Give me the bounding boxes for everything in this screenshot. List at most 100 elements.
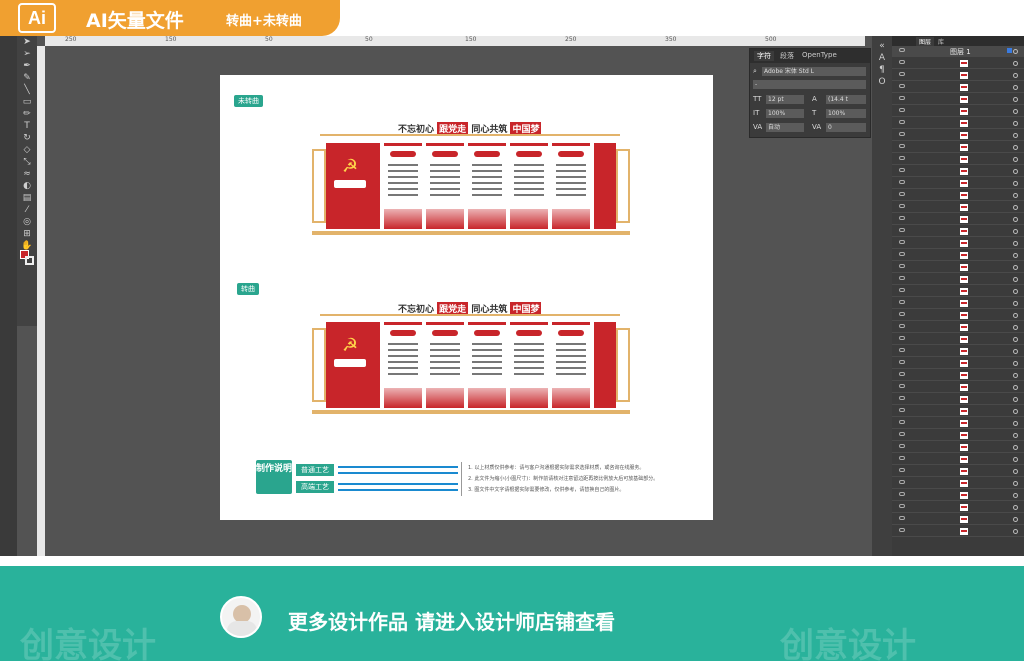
layer-row[interactable] <box>892 334 1024 345</box>
width-tool-icon[interactable]: ≈ <box>17 168 37 180</box>
target-circle-icon[interactable] <box>1013 61 1018 66</box>
layer-row[interactable] <box>892 442 1024 453</box>
visibility-eye-icon[interactable] <box>899 84 905 88</box>
layer-row[interactable] <box>892 190 1024 201</box>
target-circle-icon[interactable] <box>1013 157 1018 162</box>
target-circle-icon[interactable] <box>1013 349 1018 354</box>
target-circle-icon[interactable] <box>1013 217 1018 222</box>
layer-row[interactable] <box>892 322 1024 333</box>
visibility-eye-icon[interactable] <box>899 492 905 496</box>
visibility-eye-icon[interactable] <box>899 348 905 352</box>
visibility-eye-icon[interactable] <box>899 408 905 412</box>
layer-row[interactable] <box>892 418 1024 429</box>
kerning-field[interactable]: 自动 <box>766 123 804 132</box>
layer-row[interactable] <box>892 274 1024 285</box>
layer-row[interactable] <box>892 154 1024 165</box>
target-circle-icon[interactable] <box>1013 85 1018 90</box>
layer-row[interactable] <box>892 430 1024 441</box>
target-circle-icon[interactable] <box>1013 289 1018 294</box>
tab-paragraph[interactable]: 段落 <box>780 51 794 61</box>
layer-row[interactable] <box>892 118 1024 129</box>
tab-libraries[interactable]: 库 <box>938 37 944 46</box>
visibility-eye-icon[interactable] <box>899 288 905 292</box>
visibility-eye-icon[interactable] <box>899 132 905 136</box>
layer-row[interactable] <box>892 286 1024 297</box>
artboard-tool-icon[interactable]: ⊞ <box>17 228 37 240</box>
visibility-eye-icon[interactable] <box>899 432 905 436</box>
target-circle-icon[interactable] <box>1013 373 1018 378</box>
layer-row[interactable] <box>892 478 1024 489</box>
leading-field[interactable]: (14.4 t <box>826 95 866 104</box>
search-icon[interactable]: ⌕ <box>753 67 757 76</box>
eraser-tool-icon[interactable]: ◇ <box>17 144 37 156</box>
target-circle-icon[interactable] <box>1013 205 1018 210</box>
shape-builder-tool-icon[interactable]: ◐ <box>17 180 37 192</box>
opentype-panel-icon[interactable]: O <box>872 76 892 88</box>
visibility-eye-icon[interactable] <box>899 528 905 532</box>
visibility-eye-icon[interactable] <box>899 264 905 268</box>
visibility-eye-icon[interactable] <box>899 360 905 364</box>
character-panel-icon[interactable]: A <box>872 52 892 64</box>
layer-row[interactable] <box>892 502 1024 513</box>
layer-row[interactable] <box>892 262 1024 273</box>
visibility-eye-icon[interactable] <box>899 168 905 172</box>
layer-row[interactable] <box>892 370 1024 381</box>
target-circle-icon[interactable] <box>1013 49 1018 54</box>
paragraph-panel-icon[interactable]: ¶ <box>872 64 892 76</box>
visibility-eye-icon[interactable] <box>899 504 905 508</box>
horizontal-scale-field[interactable]: 100% <box>826 109 866 118</box>
layer-row-main[interactable]: 图层 1 <box>892 46 1024 57</box>
target-circle-icon[interactable] <box>1013 433 1018 438</box>
target-circle-icon[interactable] <box>1013 361 1018 366</box>
rectangle-tool-icon[interactable]: ▭ <box>17 96 37 108</box>
designer-avatar[interactable] <box>220 596 262 638</box>
layer-row[interactable] <box>892 82 1024 93</box>
gradient-tool-icon[interactable]: ▤ <box>17 192 37 204</box>
layer-row[interactable] <box>892 346 1024 357</box>
layer-row[interactable] <box>892 214 1024 225</box>
target-circle-icon[interactable] <box>1013 181 1018 186</box>
visibility-eye-icon[interactable] <box>899 420 905 424</box>
pen-tool-icon[interactable]: ✒ <box>17 60 37 72</box>
target-circle-icon[interactable] <box>1013 145 1018 150</box>
target-circle-icon[interactable] <box>1013 337 1018 342</box>
layer-row[interactable] <box>892 166 1024 177</box>
layer-row[interactable] <box>892 250 1024 261</box>
visibility-eye-icon[interactable] <box>899 156 905 160</box>
tracking-field[interactable]: 0 <box>826 123 866 132</box>
layer-row[interactable] <box>892 526 1024 537</box>
visibility-eye-icon[interactable] <box>899 396 905 400</box>
target-circle-icon[interactable] <box>1013 385 1018 390</box>
visibility-eye-icon[interactable] <box>899 60 905 64</box>
target-circle-icon[interactable] <box>1013 481 1018 486</box>
target-circle-icon[interactable] <box>1013 493 1018 498</box>
target-circle-icon[interactable] <box>1013 529 1018 534</box>
target-circle-icon[interactable] <box>1013 457 1018 462</box>
scale-tool-icon[interactable]: ⤡ <box>17 156 37 168</box>
target-circle-icon[interactable] <box>1013 517 1018 522</box>
visibility-eye-icon[interactable] <box>899 228 905 232</box>
visibility-eye-icon[interactable] <box>899 444 905 448</box>
visibility-eye-icon[interactable] <box>899 204 905 208</box>
layer-row[interactable] <box>892 382 1024 393</box>
layer-row[interactable] <box>892 94 1024 105</box>
target-circle-icon[interactable] <box>1013 409 1018 414</box>
layer-row[interactable] <box>892 406 1024 417</box>
visibility-eye-icon[interactable] <box>899 372 905 376</box>
font-family-field[interactable]: Adobe 宋体 Std L <box>762 67 866 76</box>
layer-row[interactable] <box>892 178 1024 189</box>
collapse-panels-icon[interactable]: « <box>872 40 892 52</box>
brush-tool-icon[interactable]: ✎ <box>17 72 37 84</box>
rotate-tool-icon[interactable]: ↻ <box>17 132 37 144</box>
layer-row[interactable] <box>892 142 1024 153</box>
target-circle-icon[interactable] <box>1013 445 1018 450</box>
layer-row[interactable] <box>892 310 1024 321</box>
font-style-field[interactable]: - <box>753 80 866 89</box>
target-circle-icon[interactable] <box>1013 505 1018 510</box>
direct-selection-tool-icon[interactable]: ➢ <box>17 48 37 60</box>
layer-row[interactable] <box>892 130 1024 141</box>
visibility-eye-icon[interactable] <box>899 516 905 520</box>
visibility-eye-icon[interactable] <box>899 108 905 112</box>
layer-row[interactable] <box>892 454 1024 465</box>
visibility-eye-icon[interactable] <box>899 96 905 100</box>
